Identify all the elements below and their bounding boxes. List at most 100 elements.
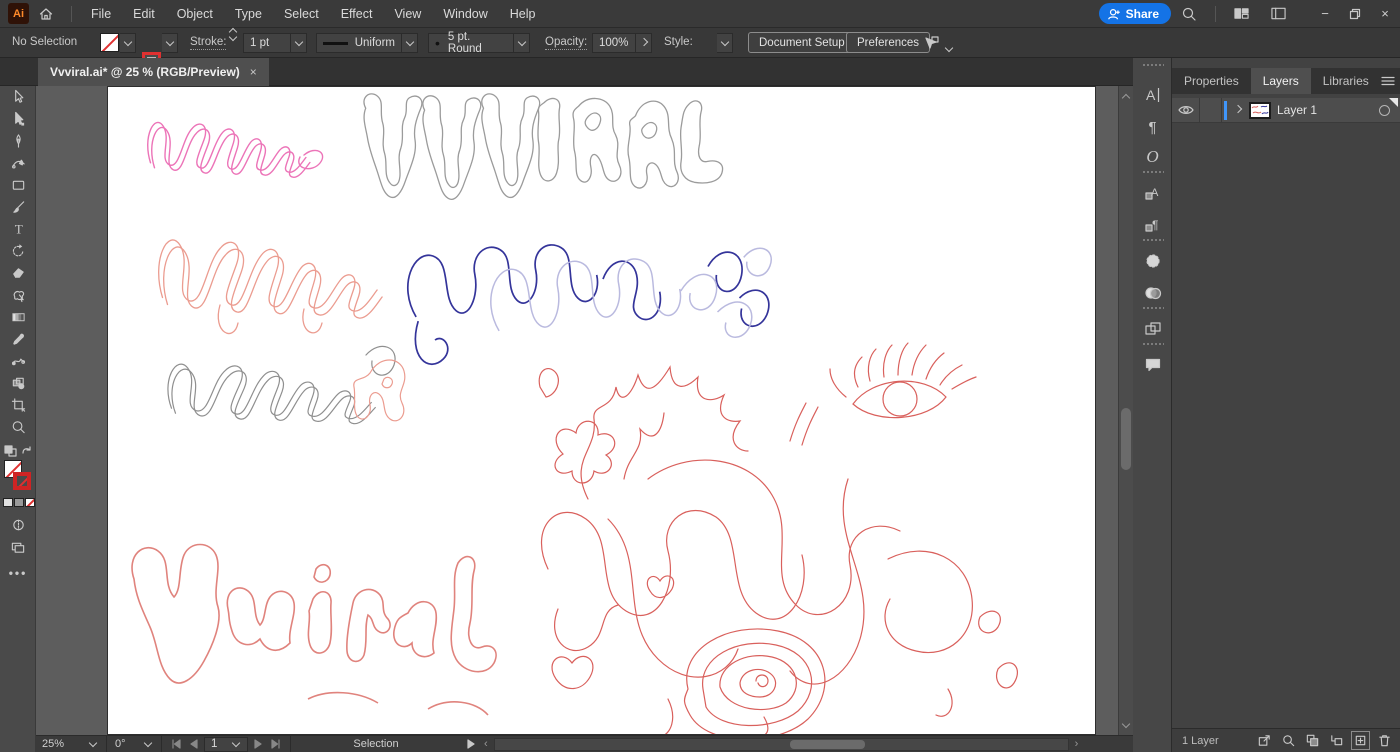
horizontal-scroll-thumb[interactable]: [789, 739, 865, 749]
layer-visibility-eye-icon[interactable]: [1172, 97, 1200, 123]
swap-fill-stroke-icon[interactable]: [3, 444, 33, 458]
gray-drippy-vvviral[interactable]: [363, 93, 723, 200]
character-styles-panel-icon[interactable]: A: [1133, 180, 1172, 206]
character-panel-icon[interactable]: A: [1133, 82, 1172, 108]
width-profile-dropdown[interactable]: Uniform: [316, 33, 402, 53]
layer-thumbnail[interactable]: [1249, 101, 1271, 119]
make-clipping-mask-icon[interactable]: [1305, 733, 1320, 748]
paragraph-panel-icon[interactable]: ¶: [1133, 114, 1172, 140]
menu-file[interactable]: File: [80, 7, 122, 21]
artboard-dropdown-icon[interactable]: [232, 738, 241, 747]
menu-select[interactable]: Select: [273, 7, 330, 21]
artboards-panel-icon[interactable]: [1133, 316, 1172, 342]
brush-definition-dropdown[interactable]: • 5 pt. Round: [428, 31, 514, 55]
rotation-value[interactable]: 0°: [115, 738, 145, 750]
brush-chevron[interactable]: [514, 33, 530, 53]
previous-artboard-icon[interactable]: [189, 739, 198, 749]
share-button[interactable]: Share: [1098, 3, 1171, 24]
type-tool[interactable]: T: [0, 218, 36, 240]
panel-menu-icon[interactable]: [1381, 68, 1400, 94]
menu-help[interactable]: Help: [499, 7, 547, 21]
zoom-dropdown-icon[interactable]: [88, 738, 98, 747]
navy-bubble-vviral[interactable]: [406, 244, 769, 364]
stroke-dropdown-button[interactable]: [162, 33, 178, 53]
tab-close-icon[interactable]: ×: [250, 65, 257, 79]
opacity-label[interactable]: Opacity:: [545, 36, 588, 50]
workspace-switcher-icon[interactable]: [1258, 6, 1298, 21]
artboard-number-field[interactable]: 1: [204, 736, 248, 752]
edit-toolbar-button[interactable]: •••: [0, 562, 36, 584]
hscroll-right-icon[interactable]: ›: [1075, 738, 1079, 750]
paragraph-styles-panel-icon[interactable]: ¶: [1133, 212, 1172, 238]
delete-selection-icon[interactable]: [1377, 733, 1392, 748]
screen-mode-button[interactable]: [0, 536, 36, 558]
width-profile-chevron[interactable]: [402, 33, 418, 53]
document-setup-button[interactable]: Document Setup: [748, 32, 856, 53]
locate-object-icon[interactable]: [1281, 733, 1296, 748]
selection-options-chevron[interactable]: [944, 40, 954, 54]
eyedropper-tool[interactable]: [0, 328, 36, 350]
gradient-button[interactable]: [14, 498, 24, 507]
rectangle-tool[interactable]: [0, 174, 36, 196]
shaper-tool[interactable]: [0, 284, 36, 306]
close-icon[interactable]: ×: [1370, 0, 1400, 27]
create-sublayer-icon[interactable]: [1329, 733, 1344, 748]
stroke-weight-dropdown[interactable]: [291, 33, 307, 53]
vertical-scrollbar[interactable]: [1118, 86, 1133, 735]
minimize-icon[interactable]: −: [1310, 0, 1340, 27]
brushes-panel-icon[interactable]: [1133, 248, 1172, 274]
style-dropdown[interactable]: [717, 33, 733, 53]
symbol-sprayer-tool[interactable]: [0, 372, 36, 394]
red-sketch-vvviral[interactable]: [539, 343, 1017, 734]
fill-color-swatch[interactable]: [100, 33, 119, 52]
restore-icon[interactable]: [1340, 0, 1370, 27]
comments-panel-icon[interactable]: [1133, 352, 1172, 378]
preferences-button[interactable]: Preferences: [846, 32, 931, 53]
hscroll-left-icon[interactable]: ‹: [484, 738, 488, 750]
layer-name[interactable]: Layer 1: [1277, 103, 1317, 117]
scroll-down-icon[interactable]: [1121, 716, 1131, 730]
layer-expand-chevron[interactable]: [1231, 104, 1245, 113]
menu-view[interactable]: View: [383, 7, 432, 21]
opacity-field[interactable]: 100%: [592, 33, 636, 53]
fill-dropdown-button[interactable]: [120, 33, 136, 53]
home-icon[interactable]: [29, 6, 63, 22]
arrange-documents-icon[interactable]: [1224, 6, 1258, 21]
vertical-scroll-thumb[interactable]: [1121, 408, 1131, 470]
strip-group-handle-2[interactable]: [1142, 238, 1164, 243]
menu-window[interactable]: Window: [432, 7, 498, 21]
rotation-dropdown-icon[interactable]: [143, 738, 153, 747]
direct-selection-tool[interactable]: [0, 108, 36, 130]
tab-layers[interactable]: Layers: [1250, 68, 1311, 94]
opentype-panel-icon[interactable]: O: [1133, 144, 1172, 170]
stroke-proxy-swatch[interactable]: [13, 472, 31, 490]
search-icon[interactable]: [1171, 6, 1207, 22]
document-tab[interactable]: Vvviral.ai* @ 25 % (RGB/Preview) ×: [38, 58, 269, 86]
drawing-modes-button[interactable]: [0, 514, 36, 536]
strip-group-handle-4[interactable]: [1142, 342, 1164, 347]
artboard-tool[interactable]: [0, 394, 36, 416]
next-artboard-icon[interactable]: [254, 739, 263, 749]
none-button[interactable]: [25, 498, 35, 507]
first-artboard-icon[interactable]: [170, 739, 182, 749]
zoom-level-value[interactable]: 25%: [42, 738, 90, 750]
salmon-overlap-letter[interactable]: [354, 360, 405, 421]
curvature-tool[interactable]: [0, 152, 36, 174]
artboard[interactable]: [107, 86, 1096, 735]
collect-for-export-icon[interactable]: [1257, 733, 1272, 748]
menu-type[interactable]: Type: [224, 7, 273, 21]
gray-overlap-vviral[interactable]: [167, 346, 395, 425]
stroke-weight-field[interactable]: 1 pt: [243, 33, 291, 53]
transparency-panel-icon[interactable]: [1133, 280, 1172, 306]
selection-tool[interactable]: [0, 86, 36, 108]
create-new-layer-icon[interactable]: [1351, 731, 1370, 750]
last-artboard-icon[interactable]: [270, 739, 282, 749]
paintbrush-tool[interactable]: [0, 196, 36, 218]
gradient-tool[interactable]: [0, 306, 36, 328]
lavender-bubble-vviral[interactable]: [490, 248, 771, 337]
pen-tool[interactable]: [0, 130, 36, 152]
blend-tool[interactable]: [0, 350, 36, 372]
rotate-tool[interactable]: [0, 240, 36, 262]
menu-object[interactable]: Object: [166, 7, 224, 21]
tab-properties[interactable]: Properties: [1172, 68, 1251, 94]
